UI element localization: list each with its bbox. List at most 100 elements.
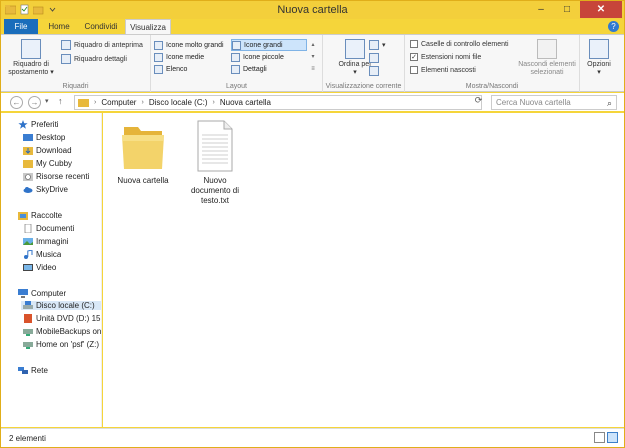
nav-rete-label: Rete — [31, 366, 48, 375]
caselle-controllo-checkbox[interactable]: Caselle di controllo elementi — [410, 40, 509, 48]
size-columns-button[interactable] — [369, 66, 386, 76]
address-toolbar: ← → ▾ ↑ › Computer › Disco locale (C:) ›… — [1, 93, 624, 111]
breadcrumb-separator[interactable]: › — [213, 99, 215, 106]
breadcrumb-separator[interactable]: › — [141, 99, 143, 106]
breadcrumb-computer[interactable]: Computer — [101, 98, 136, 107]
desktop-icon — [23, 134, 33, 141]
group-by-button[interactable]: ▾ — [369, 40, 386, 50]
hard-drive-icon — [23, 301, 33, 309]
tab-home[interactable]: Home — [42, 19, 76, 34]
ordina-per-button[interactable]: Ordina per ▾ — [337, 39, 373, 77]
file-item-nuova-cartella[interactable]: Nuova cartella — [113, 119, 173, 186]
nav-documenti[interactable]: Documenti — [23, 224, 74, 233]
options-icon — [589, 39, 609, 59]
office-dvd-icon — [24, 314, 32, 323]
nav-my-cubby[interactable]: My Cubby — [23, 159, 72, 168]
nascosti-checkbox-box[interactable] — [410, 66, 418, 74]
nav-item-label: Video — [36, 263, 57, 272]
cubby-folder-icon — [23, 160, 33, 168]
layout-scroll[interactable]: ▴ ▾ ≡ — [309, 39, 317, 75]
title-bar: Nuova cartella – □ ✕ — [1, 1, 624, 19]
add-columns-button[interactable] — [369, 53, 386, 63]
download-icon — [23, 147, 33, 155]
nav-disco-locale[interactable]: Disco locale (C:) — [21, 301, 101, 310]
nav-item-label: Musica — [36, 250, 62, 259]
estensioni-checkbox-box[interactable]: ✓ — [410, 53, 418, 61]
nascondi-selezionati-label: Nascondi elementi selezionati — [518, 61, 576, 76]
nav-item-label: Download — [36, 146, 72, 155]
riquadro-dettagli-button[interactable]: Riquadro dettagli — [61, 54, 127, 64]
extra-large-icons-icon — [154, 40, 163, 50]
nascosti-label: Elementi nascosti — [421, 66, 476, 74]
nav-item-label: Risorse recenti — [36, 172, 90, 181]
documents-icon — [24, 224, 32, 233]
nascondi-selezionati-button[interactable]: Nascondi elementi selezionati — [515, 39, 579, 77]
nav-immagini[interactable]: Immagini — [23, 237, 68, 246]
back-button[interactable]: ← — [10, 96, 23, 109]
tab-file[interactable]: File — [4, 19, 38, 34]
medium-icons-icon — [154, 52, 163, 62]
nav-rete[interactable]: Rete — [18, 366, 48, 375]
nav-desktop[interactable]: Desktop — [23, 133, 65, 142]
tab-condividi[interactable]: Condividi — [79, 19, 123, 34]
group-mostra-nascondi: Caselle di controllo elementi ✓ Estensio… — [405, 35, 580, 92]
refresh-button[interactable]: ⟳ — [472, 95, 485, 110]
add-columns-icon — [369, 53, 379, 63]
group-layout-label: Layout — [225, 83, 248, 90]
layout-dettagli[interactable]: Dettagli — [231, 63, 307, 75]
nav-download[interactable]: Download — [23, 146, 72, 155]
nav-preferiti[interactable]: Preferiti — [18, 120, 59, 129]
help-button[interactable]: ? — [608, 21, 619, 32]
tab-visualizza[interactable]: Visualizza — [125, 19, 171, 34]
search-placeholder: Cerca Nuova cartella — [496, 98, 571, 107]
hide-selected-icon — [537, 39, 557, 59]
nav-risorse-recenti[interactable]: Risorse recenti — [23, 172, 89, 181]
group-mostra-label: Mostra/Nascondi — [465, 83, 519, 90]
nav-unita-dvd[interactable]: Unità DVD (D:) 15.0.4 — [23, 314, 101, 323]
file-item-nuovo-documento[interactable]: Nuovo documento di testo.txt — [185, 119, 245, 206]
nav-item-label: Home on 'psf' (Z:) — [36, 340, 100, 349]
nav-mobilebackups[interactable]: MobileBackups on 'p — [23, 327, 101, 336]
caselle-checkbox-box[interactable] — [410, 40, 418, 48]
opzioni-button[interactable]: Opzioni ▾ — [583, 39, 615, 77]
nav-raccolte[interactable]: Raccolte — [18, 211, 62, 220]
search-icon[interactable]: ⌕ — [607, 98, 612, 109]
riquadro-anteprima-button[interactable]: Riquadro di anteprima — [61, 40, 143, 50]
size-columns-icon — [369, 66, 379, 76]
maximize-button[interactable]: □ — [554, 1, 580, 18]
nav-item-label: Desktop — [36, 133, 66, 142]
address-bar[interactable]: › Computer › Disco locale (C:) › Nuova c… — [74, 95, 482, 110]
search-input[interactable]: Cerca Nuova cartella ⌕ — [491, 95, 617, 110]
breadcrumb-nuova-cartella[interactable]: Nuova cartella — [220, 98, 271, 107]
nav-computer-label: Computer — [31, 289, 67, 298]
nav-musica[interactable]: Musica — [23, 250, 61, 259]
close-button[interactable]: ✕ — [580, 1, 622, 18]
opzioni-label: Opzioni — [587, 61, 611, 68]
layout-elenco[interactable]: Elenco — [154, 63, 230, 75]
layout-icone-medie[interactable]: Icone medie — [154, 51, 230, 63]
layout-item-label: Elenco — [166, 65, 188, 73]
estensioni-label: Estensioni nomi file — [421, 53, 482, 61]
breadcrumb-separator[interactable]: › — [94, 99, 96, 106]
layout-gallery: Icone molto grandi Icone grandi Icone me… — [154, 39, 317, 75]
estensioni-checkbox[interactable]: ✓ Estensioni nomi file — [410, 53, 481, 61]
nav-computer[interactable]: Computer — [18, 289, 66, 298]
breadcrumb-disco-locale[interactable]: Disco locale (C:) — [149, 98, 208, 107]
recent-locations-button[interactable]: ▾ — [45, 97, 49, 105]
nav-item-label: Documenti — [36, 224, 75, 233]
up-button[interactable]: ↑ — [58, 96, 63, 106]
details-view-button[interactable] — [594, 432, 605, 443]
layout-icone-piccole[interactable]: Icone piccole — [231, 51, 307, 63]
layout-icone-molto-grandi[interactable]: Icone molto grandi — [154, 39, 230, 51]
minimize-button[interactable]: – — [528, 1, 554, 18]
nav-skydrive[interactable]: SkyDrive — [23, 185, 68, 194]
elementi-nascosti-checkbox[interactable]: Elementi nascosti — [410, 66, 476, 74]
nav-preferiti-label: Preferiti — [31, 120, 59, 129]
forward-button[interactable]: → — [28, 96, 41, 109]
large-icons-view-button[interactable] — [607, 432, 618, 443]
nav-video[interactable]: Video — [23, 263, 56, 272]
layout-icone-grandi[interactable]: Icone grandi — [231, 39, 307, 51]
nav-home-psf[interactable]: Home on 'psf' (Z:) — [23, 340, 101, 349]
file-list: Nuova cartella Nuovo documento di testo.… — [103, 113, 624, 427]
riquadro-spostamento-button[interactable]: Riquadro di spostamento ▾ — [5, 39, 57, 77]
